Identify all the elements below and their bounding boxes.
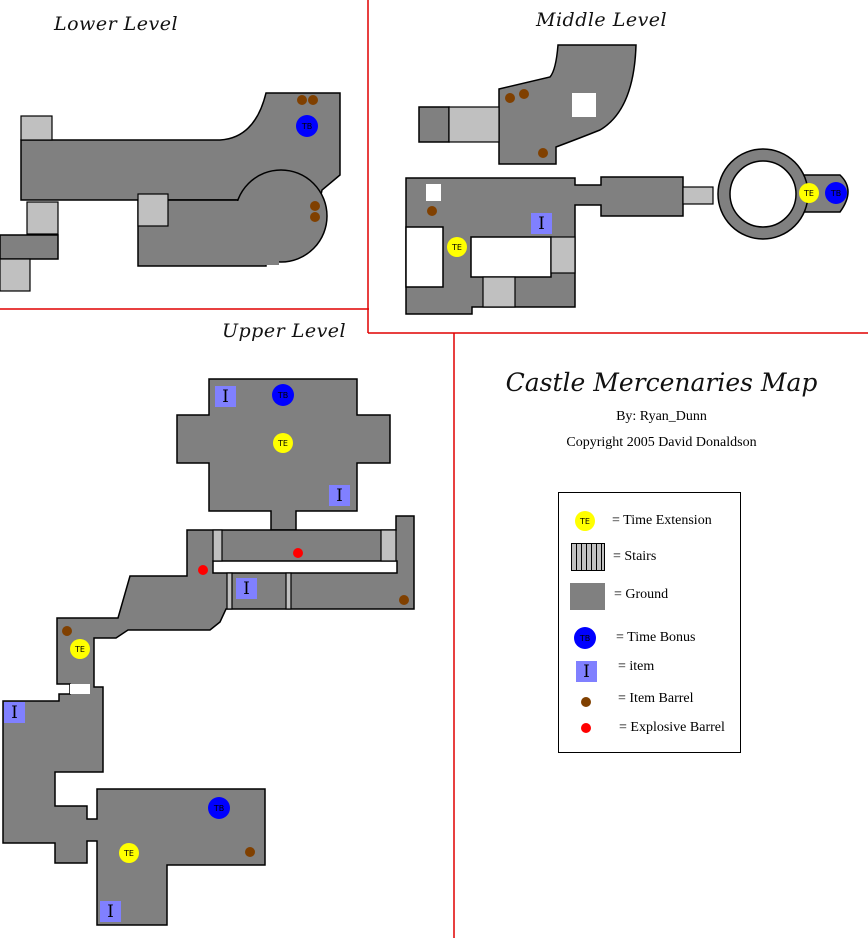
middle-level-title: Middle Level	[536, 9, 668, 31]
legend-label: = Ground	[614, 587, 669, 602]
map-drawing	[0, 0, 868, 938]
middle-nw-landing	[418, 106, 450, 143]
upper-level-title: Upper Level	[222, 320, 347, 342]
upper-level-map	[2, 378, 415, 926]
time-bonus-marker: TB	[825, 182, 847, 204]
time-bonus-icon: TB	[574, 627, 596, 649]
middle-level-map	[405, 44, 849, 315]
middle-north-room	[498, 44, 637, 165]
item-barrel-marker	[308, 95, 318, 105]
middle-stairs-north	[448, 106, 500, 143]
explosive-barrel-marker	[198, 565, 208, 575]
lower-stairs-nw	[20, 115, 53, 141]
lower-level-map	[0, 92, 341, 292]
middle-stairs-ring	[682, 186, 714, 205]
lower-stairs-center	[137, 193, 169, 227]
lower-west-landing	[0, 234, 59, 260]
middle-stairs-east	[550, 236, 576, 274]
item-barrel-marker	[505, 93, 515, 103]
item-marker: I	[329, 485, 350, 506]
item-barrel-marker	[427, 206, 437, 216]
middle-pillar-south	[426, 184, 441, 201]
middle-center-void	[470, 236, 552, 278]
lower-stairs-w	[26, 201, 59, 235]
item-marker: I	[4, 702, 25, 723]
legend-row-explosive-barrel: = Explosive Barrel	[559, 719, 740, 749]
stairs-icon	[571, 543, 605, 571]
item-marker: I	[531, 213, 552, 234]
item-marker: I	[236, 578, 257, 599]
legend-label: = Stairs	[613, 549, 657, 564]
item-marker: I	[215, 386, 236, 407]
lower-level-title: Lower Level	[54, 13, 179, 35]
map-title: Castle Mercenaries Map	[505, 368, 818, 397]
upper-stairs-d	[285, 572, 292, 610]
time-extension-marker: TE	[799, 183, 819, 203]
item-barrel-marker	[245, 847, 255, 857]
time-extension-marker: TE	[70, 639, 90, 659]
legend-row-item: I = item	[559, 657, 740, 687]
lower-stairs-sw	[0, 258, 31, 292]
middle-stairs-south	[482, 276, 516, 308]
time-bonus-marker: TB	[208, 797, 230, 819]
legend-label: = item	[618, 659, 655, 674]
item-barrel-marker	[310, 201, 320, 211]
copyright-notice: Copyright 2005 David Donaldson	[566, 435, 757, 450]
time-extension-marker: TE	[119, 843, 139, 863]
middle-west-void	[405, 226, 444, 288]
item-barrel-marker	[310, 212, 320, 222]
map-legend: TE = Time Extension = Stairs = Ground TB…	[558, 492, 741, 753]
legend-label: = Item Barrel	[618, 691, 694, 706]
explosive-barrel-marker	[293, 548, 303, 558]
castle-map-page: Lower Level Middle Level Upper Level TB …	[0, 0, 868, 938]
middle-ring-void	[729, 160, 797, 228]
middle-pillar-north	[572, 93, 596, 117]
upper-corridor	[2, 515, 415, 926]
time-extension-marker: TE	[447, 237, 467, 257]
time-bonus-marker: TB	[296, 115, 318, 137]
item-barrel-marker	[62, 626, 72, 636]
upper-stairs-a	[212, 529, 223, 562]
item-marker: I	[100, 901, 121, 922]
upper-gap-a	[70, 684, 90, 694]
upper-stairs-b	[380, 529, 397, 562]
legend-row-stairs: = Stairs	[559, 543, 740, 573]
item-barrel-marker	[297, 95, 307, 105]
legend-row-time-bonus: TB = Time Bonus	[559, 624, 740, 654]
explosive-barrel-icon	[581, 723, 591, 733]
ground-icon	[570, 583, 605, 610]
legend-row-item-barrel: = Item Barrel	[559, 689, 740, 719]
legend-label: = Explosive Barrel	[619, 720, 725, 735]
item-barrel-marker	[538, 148, 548, 158]
time-extension-icon: TE	[575, 511, 595, 531]
upper-balcony-void	[212, 560, 398, 574]
legend-row-ground: = Ground	[559, 582, 740, 612]
upper-stairs-c	[226, 572, 233, 610]
time-bonus-marker: TB	[272, 384, 294, 406]
author-byline: By: Ryan_Dunn	[616, 409, 707, 424]
legend-label: = Time Extension	[612, 513, 712, 528]
legend-label: = Time Bonus	[616, 630, 696, 645]
legend-row-time-extension: TE = Time Extension	[559, 507, 740, 537]
item-icon: I	[576, 661, 597, 682]
time-extension-marker: TE	[273, 433, 293, 453]
item-barrel-marker	[519, 89, 529, 99]
item-barrel-marker	[399, 595, 409, 605]
item-barrel-icon	[581, 697, 591, 707]
